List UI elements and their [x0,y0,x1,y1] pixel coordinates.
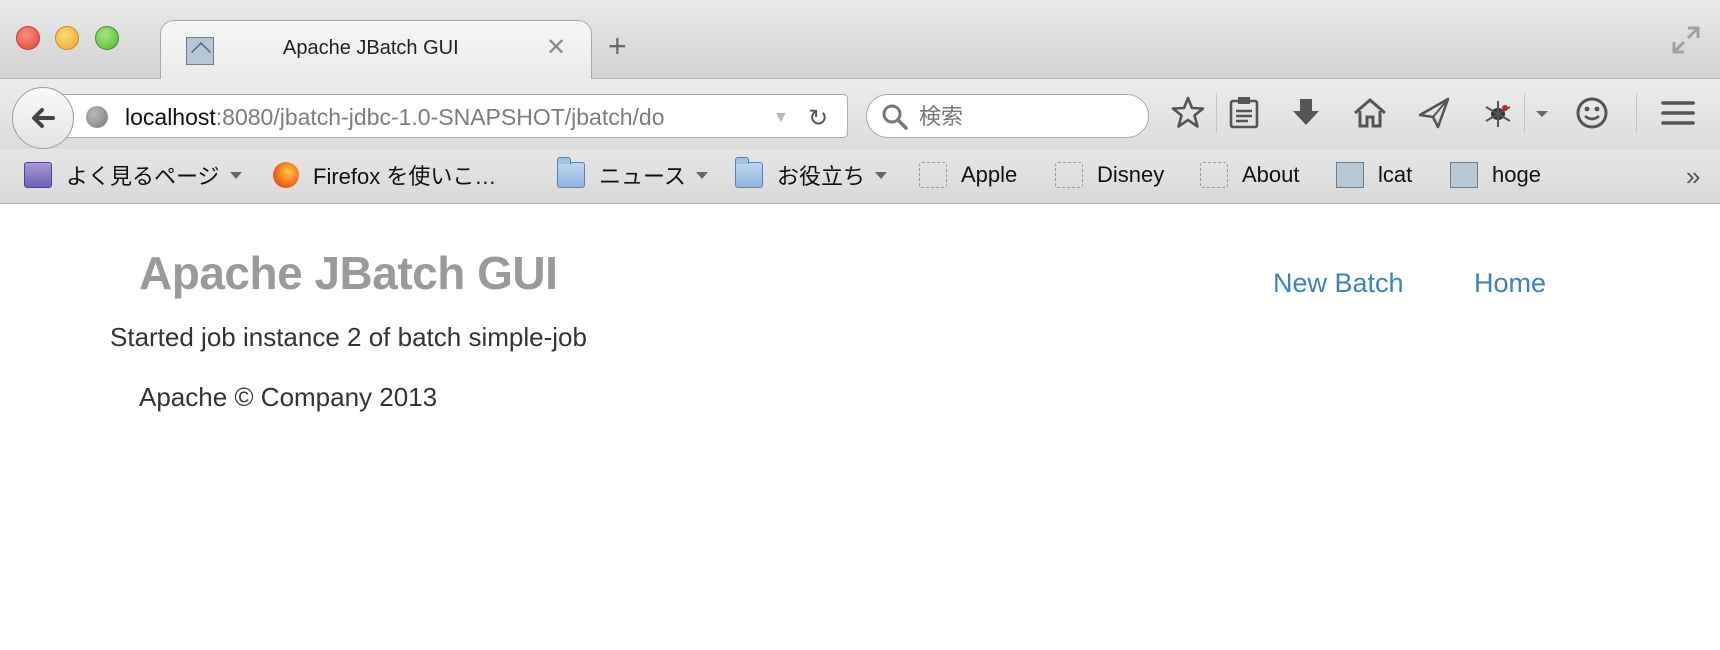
title-bar: Apache JBatch GUI ✕ + [0,0,1720,79]
folder-icon [557,157,585,188]
new-batch-link[interactable]: New Batch [1273,268,1404,299]
fullscreen-icon[interactable] [1670,24,1702,56]
new-tab-button[interactable]: + [608,30,627,62]
back-arrow-icon [32,108,55,128]
back-button[interactable] [12,87,74,149]
page-footer: Apache © Company 2013 [139,382,438,412]
bookmark-label: Disney [1097,162,1165,187]
placeholder-icon [919,162,947,188]
search-input[interactable] [917,103,1121,131]
download-icon[interactable] [1288,95,1324,131]
url-text[interactable]: localhost:8080/jbatch-jdbc-1.0-SNAPSHOT/… [125,104,665,131]
url-bar[interactable]: localhost:8080/jbatch-jdbc-1.0-SNAPSHOT/… [55,94,848,138]
bookmarks-overflow-icon[interactable]: » [1686,161,1700,192]
reading-list-icon[interactable] [1226,95,1262,131]
placeholder-icon [1055,162,1083,188]
page-icon [1336,162,1364,188]
tab-close-icon[interactable]: ✕ [546,33,566,62]
bookmark-label: hoge [1492,162,1541,187]
reload-icon[interactable]: ↻ [808,104,828,133]
chevron-down-icon [229,171,242,179]
site-identity-icon[interactable] [86,106,108,128]
bookmark-hoge[interactable]: hoge [1450,159,1541,191]
bookmark-label: lcat [1378,162,1413,187]
firefox-icon [273,162,299,188]
bookmark-label: Apple [961,162,1018,187]
tab-title: Apache JBatch GUI [283,37,459,59]
page-favicon-icon [186,37,214,65]
chevron-down-icon [695,171,708,179]
bookmark-lcat[interactable]: lcat [1336,159,1412,191]
status-message: Started job instance 2 of batch simple-j… [110,322,587,352]
bookmark-label: Firefox を使いこ… [313,164,497,189]
extension-icon[interactable] [1480,95,1516,131]
url-path: :8080/jbatch-jdbc-1.0-SNAPSHOT/jbatch/do [215,104,665,130]
bookmark-about[interactable]: About [1200,159,1300,191]
search-bar[interactable] [866,94,1149,138]
bookmark-label: About [1242,162,1300,187]
chevron-down-icon [875,171,888,179]
bookmark-label: お役立ち [777,164,866,189]
bookmark-apple[interactable]: Apple [919,159,1017,191]
placeholder-icon [1200,162,1228,188]
search-icon [882,104,908,130]
url-history-dropdown-icon[interactable]: ▼ [773,109,789,127]
bookmark-firefox-guide[interactable]: Firefox を使いこ… [273,159,496,191]
home-link[interactable]: Home [1474,268,1546,299]
bookmark-folder-useful[interactable]: お役立ち [735,157,888,191]
smiley-icon[interactable] [1574,95,1610,131]
hamburger-menu-icon[interactable] [1660,95,1696,131]
bookmark-label: よく見るページ [66,164,220,189]
bookmarks-toolbar: よく見るページ Firefox を使いこ… ニュース お役立ち Apple Di… [0,149,1720,204]
tab-active[interactable]: Apache JBatch GUI ✕ [160,20,592,79]
bookmark-folder-news[interactable]: ニュース [557,157,708,191]
bookmark-star-icon[interactable] [1170,95,1206,131]
send-icon[interactable] [1416,95,1452,131]
bookmark-most-visited[interactable]: よく見るページ [24,159,242,191]
toolbar-separator [1216,93,1217,133]
window-minimize-button[interactable] [55,26,79,50]
toolbar-separator [1636,93,1637,133]
menu-dropdown-icon[interactable] [1532,95,1552,131]
window-zoom-button[interactable] [95,26,119,50]
folder-icon [735,157,763,188]
navigation-toolbar: localhost:8080/jbatch-jdbc-1.0-SNAPSHOT/… [0,79,1720,149]
smart-folder-icon [24,162,52,188]
bookmark-label: ニュース [599,164,686,189]
url-host: localhost [125,104,216,130]
toolbar-separator [1524,93,1525,133]
site-brand-link[interactable]: Apache JBatch GUI [139,246,558,300]
page-icon [1450,162,1478,188]
window-close-button[interactable] [16,26,40,50]
home-icon[interactable] [1352,95,1388,131]
bookmark-disney[interactable]: Disney [1055,159,1164,191]
